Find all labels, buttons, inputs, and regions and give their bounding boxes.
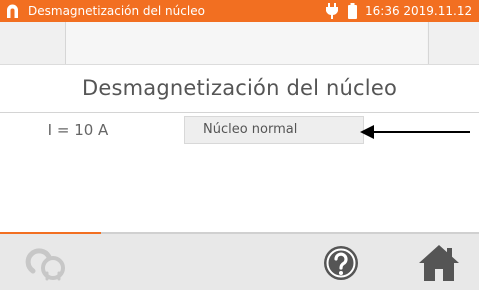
help-icon[interactable] [322, 244, 360, 282]
coil-icon[interactable] [25, 243, 71, 283]
app-title: Desmagnetización del núcleo [28, 4, 205, 18]
plug-icon [326, 3, 338, 19]
tab-center[interactable] [66, 22, 427, 64]
current-value: I = 10 A [47, 121, 109, 139]
bottom-toolbar [0, 234, 479, 290]
battery-icon [348, 3, 357, 19]
clock: 16:36 2019.11.12 [365, 4, 473, 18]
page-title: Desmagnetización del núcleo [81, 76, 398, 100]
tab-strip [0, 22, 479, 65]
tab-left[interactable] [0, 22, 66, 64]
arrow-left-icon [360, 125, 470, 139]
divider [0, 112, 479, 113]
tab-right[interactable] [428, 22, 479, 64]
horseshoe-magnet-icon [7, 4, 18, 18]
mode-value: Núcleo normal [203, 122, 298, 137]
home-icon[interactable] [418, 243, 460, 283]
status-bar: Desmagnetización del núcleo 16:36 2019.1… [0, 0, 479, 22]
